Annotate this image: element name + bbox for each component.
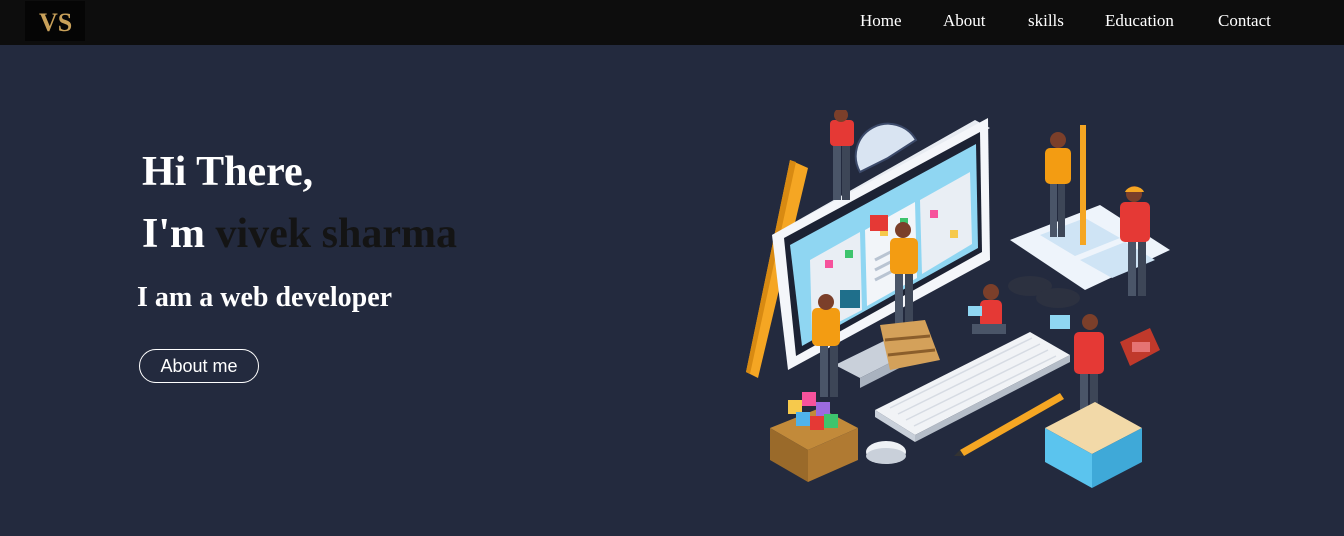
nav-contact-link[interactable]: Contact	[1218, 11, 1271, 31]
hero-name-line: I'm vivek sharma	[142, 209, 457, 259]
nav-about-link[interactable]: About	[943, 11, 986, 31]
nav-skills-link[interactable]: skills	[1028, 11, 1064, 31]
vs-logo-icon: VS	[39, 8, 72, 36]
intro-prefix: I'm	[142, 211, 205, 257]
logo-text: VS	[39, 8, 72, 36]
developer-name: vivek sharma	[215, 211, 458, 257]
web-development-team-illustration-icon	[746, 110, 1170, 488]
nav-education-link[interactable]: Education	[1105, 11, 1174, 31]
hero-greeting: Hi There,	[142, 149, 314, 195]
about-me-button[interactable]: About me	[139, 349, 259, 383]
logo[interactable]: VS	[25, 1, 85, 41]
nav-home-link[interactable]: Home	[860, 11, 902, 31]
hero-tagline: I am a web developer	[137, 282, 393, 313]
navbar: VS Home About skills Education Contact	[0, 0, 1344, 45]
